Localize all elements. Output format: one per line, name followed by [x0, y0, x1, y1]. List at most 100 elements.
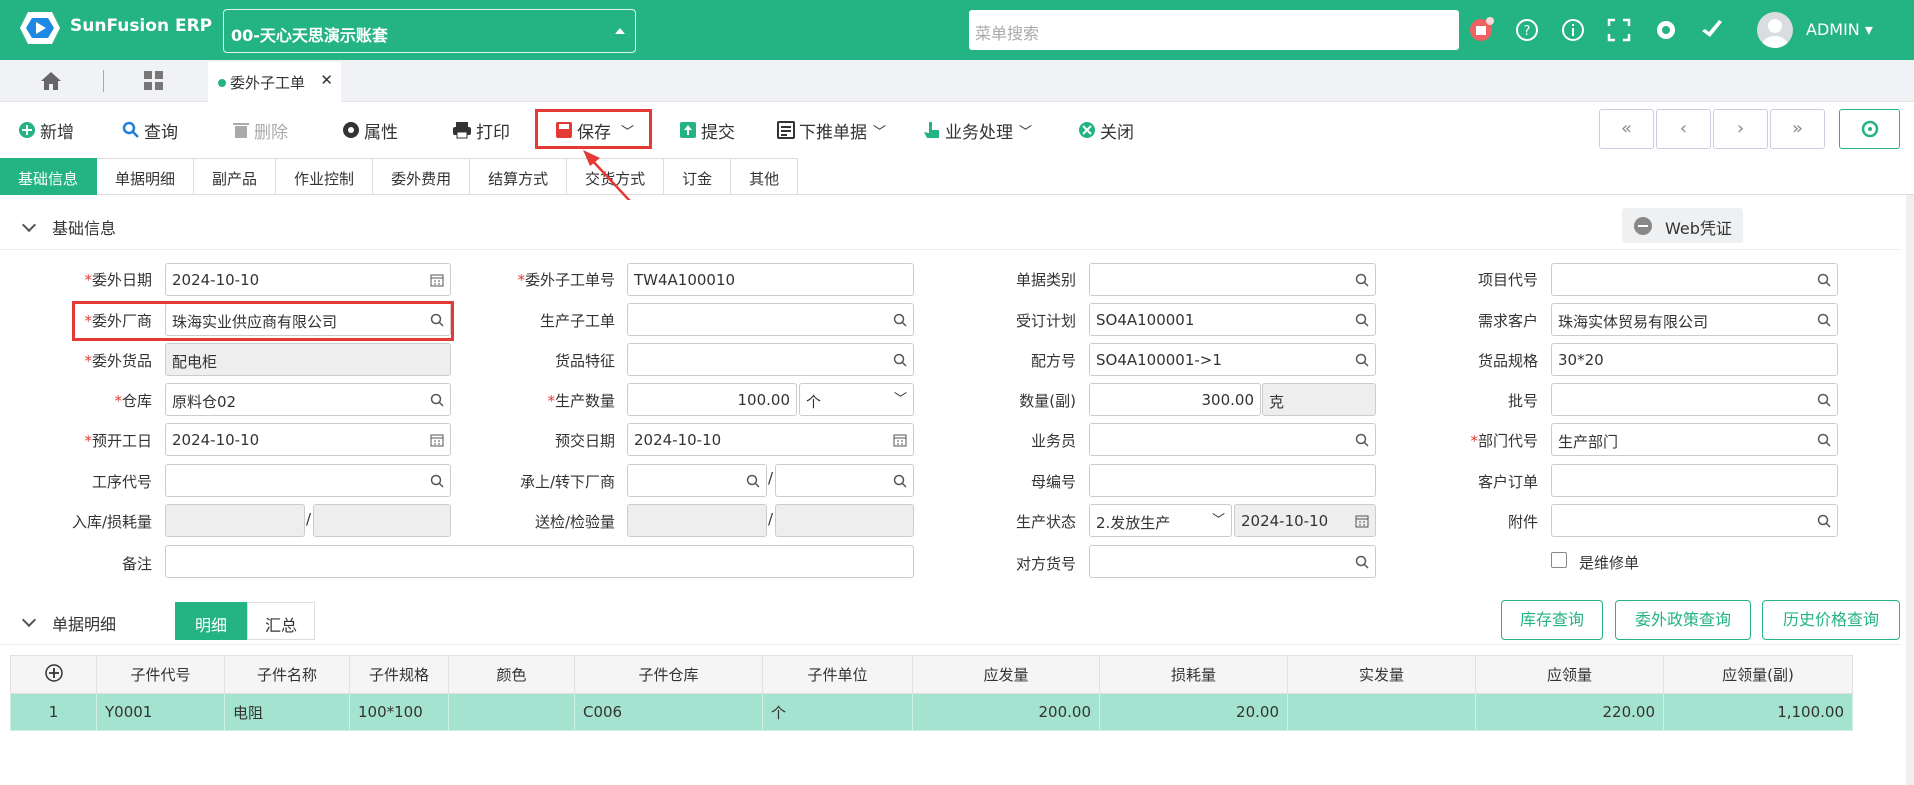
col-header[interactable]: 子件名称 — [224, 655, 350, 694]
info-icon[interactable] — [1560, 17, 1586, 43]
search-icon[interactable] — [1817, 393, 1831, 407]
first-record-button[interactable]: « — [1599, 109, 1654, 149]
order-plan-field[interactable]: SO4A100001 — [1089, 303, 1376, 336]
remark-field[interactable] — [165, 545, 914, 578]
calendar-icon[interactable] — [430, 433, 444, 447]
attachment-field[interactable] — [1551, 504, 1838, 537]
col-header[interactable]: 子件单位 — [762, 655, 913, 694]
col-header[interactable]: 颜色 — [448, 655, 575, 694]
col-header[interactable]: 子件仓库 — [574, 655, 763, 694]
col-header[interactable]: 实发量 — [1287, 655, 1476, 694]
cell-color[interactable] — [448, 693, 575, 731]
cell-receive-qty-sub[interactable]: 1,100.00 — [1663, 693, 1853, 731]
search-icon[interactable] — [1355, 313, 1369, 327]
search-icon[interactable] — [746, 474, 760, 488]
goods-spec-field[interactable]: 30*20 — [1551, 343, 1838, 376]
search-icon[interactable] — [1817, 514, 1831, 528]
prod-status-date-field[interactable]: 2024-10-10 — [1234, 504, 1376, 537]
calendar-icon[interactable] — [430, 273, 444, 287]
add-row-icon[interactable] — [10, 655, 97, 694]
outsource-policy-query-button[interactable]: 委外政策查询 — [1615, 600, 1751, 640]
plan-start-field[interactable]: 2024-10-10 — [165, 423, 451, 456]
last-record-button[interactable]: » — [1770, 109, 1825, 149]
col-header[interactable]: 应领量 — [1475, 655, 1664, 694]
history-price-query-button[interactable]: 历史价格查询 — [1762, 600, 1900, 640]
layout-settings-button[interactable] — [1839, 109, 1900, 149]
help-icon[interactable]: ? — [1514, 17, 1540, 43]
prod-qty-field[interactable]: 100.00 — [627, 383, 797, 416]
parent-no-field[interactable] — [1089, 464, 1376, 497]
prod-sub-order-field[interactable] — [627, 303, 914, 336]
search-icon[interactable] — [893, 474, 907, 488]
close-button[interactable]: 关闭 — [1078, 116, 1134, 144]
plan-delivery-field[interactable]: 2024-10-10 — [627, 423, 914, 456]
detail-view-toggle[interactable]: 明细 — [175, 602, 247, 640]
fullscreen-icon[interactable] — [1606, 17, 1632, 43]
summary-view-toggle[interactable]: 汇总 — [247, 602, 315, 640]
cell-loss-qty[interactable]: 20.00 — [1099, 693, 1288, 731]
prev-record-button[interactable]: ‹ — [1656, 109, 1711, 149]
is-repair-checkbox[interactable] — [1551, 552, 1567, 568]
user-menu[interactable]: ADMIN ▾ — [1806, 20, 1873, 39]
settings-icon[interactable] — [1653, 17, 1679, 43]
prod-qty-unit-select[interactable]: 个 ﹀ — [799, 383, 914, 416]
batch-no-field[interactable] — [1551, 383, 1838, 416]
search-icon[interactable] — [430, 393, 444, 407]
project-code-field[interactable] — [1551, 263, 1838, 296]
cell-part-spec[interactable]: 100*100 — [349, 693, 449, 731]
search-icon[interactable] — [893, 353, 907, 367]
salesman-field[interactable] — [1089, 423, 1376, 456]
table-row[interactable]: 1 Y0001 电阻 100*100 C006 个 200.00 20.00 2… — [10, 693, 1853, 731]
search-icon[interactable] — [1355, 353, 1369, 367]
cell-part-name[interactable]: 电阻 — [224, 693, 350, 731]
col-header[interactable]: 损耗量 — [1099, 655, 1288, 694]
calendar-icon[interactable] — [893, 433, 907, 447]
cell-receive-qty[interactable]: 220.00 — [1475, 693, 1664, 731]
process-code-field[interactable] — [165, 464, 451, 497]
prod-status-select[interactable]: 2.发放生产 ﹀ — [1089, 504, 1232, 537]
customer-order-field[interactable] — [1551, 464, 1838, 497]
downstream-vendor-field[interactable] — [775, 464, 914, 497]
tab-other[interactable]: 其他 — [731, 158, 799, 195]
cell-actual-qty[interactable] — [1287, 693, 1476, 731]
goods-feature-field[interactable] — [627, 343, 914, 376]
search-icon[interactable] — [430, 474, 444, 488]
search-icon[interactable] — [1817, 433, 1831, 447]
col-header[interactable]: 应领量(副) — [1663, 655, 1853, 694]
search-icon[interactable] — [1817, 313, 1831, 327]
demand-customer-field[interactable]: 珠海实体贸易有限公司 — [1551, 303, 1838, 336]
dept-code-field[interactable]: 生产部门 — [1551, 423, 1838, 456]
search-icon[interactable] — [1817, 273, 1831, 287]
web-voucher-button[interactable]: Web凭证 — [1622, 208, 1743, 243]
upstream-vendor-field[interactable] — [627, 464, 767, 497]
theme-brush-icon[interactable] — [1699, 17, 1725, 43]
avatar[interactable] — [1757, 12, 1793, 48]
col-header[interactable]: 子件规格 — [349, 655, 449, 694]
counter-goods-field[interactable] — [1089, 545, 1376, 578]
formula-no-field[interactable]: SO4A100001->1 — [1089, 343, 1376, 376]
sub-order-no-field[interactable]: TW4A100010 — [627, 263, 914, 296]
next-record-button[interactable]: › — [1713, 109, 1768, 149]
push-down-button[interactable]: 下推单据 ﹀ — [777, 116, 886, 144]
cell-warehouse[interactable]: C006 — [574, 693, 763, 731]
search-icon[interactable] — [1355, 273, 1369, 287]
menu-search-input[interactable]: 菜单搜索 — [969, 10, 1459, 50]
cell-issue-qty[interactable]: 200.00 — [912, 693, 1100, 731]
notification-icon[interactable] — [1468, 17, 1494, 43]
doc-type-field[interactable] — [1089, 263, 1376, 296]
business-process-button[interactable]: 业务处理 ﹀ — [923, 116, 1032, 144]
basic-info-section-header[interactable]: 基础信息 — [0, 200, 1900, 250]
calendar-icon[interactable] — [1355, 514, 1369, 528]
qty-sub-field[interactable]: 300.00 — [1089, 383, 1261, 416]
cell-unit[interactable]: 个 — [762, 693, 913, 731]
search-icon[interactable] — [1355, 433, 1369, 447]
stock-query-button[interactable]: 库存查询 — [1501, 600, 1603, 640]
cell-part-code[interactable]: Y0001 — [96, 693, 225, 731]
col-header[interactable]: 子件代号 — [96, 655, 225, 694]
search-icon[interactable] — [893, 313, 907, 327]
col-header[interactable]: 应发量 — [912, 655, 1100, 694]
search-icon[interactable] — [1355, 555, 1369, 569]
vertical-scrollbar[interactable] — [1906, 195, 1914, 785]
outsource-date-field[interactable]: 2024-10-10 — [165, 263, 451, 296]
warehouse-field[interactable]: 原料仓02 — [165, 383, 451, 416]
